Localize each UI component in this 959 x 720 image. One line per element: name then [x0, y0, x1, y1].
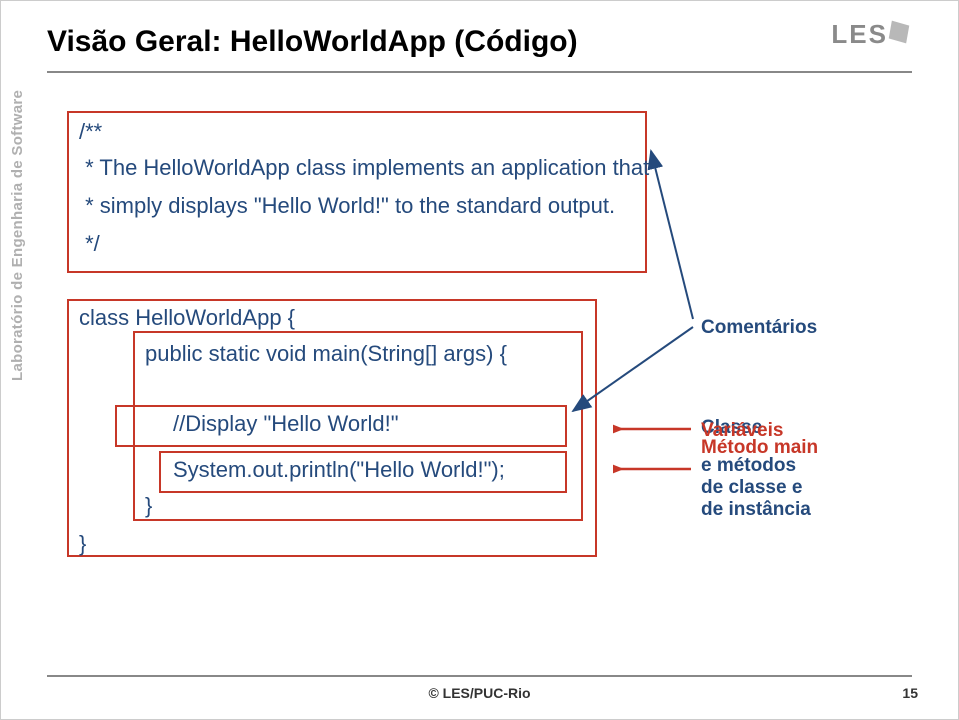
code-line-10: }	[79, 531, 86, 557]
slide: Visão Geral: HelloWorldApp (Código) LES …	[0, 0, 959, 720]
slide-title: Visão Geral: HelloWorldApp (Código)	[47, 25, 578, 59]
code-line-9: }	[145, 493, 152, 519]
page-number: 15	[902, 685, 918, 701]
code-line-7: //Display "Hello World!"	[173, 411, 399, 437]
comment-box	[67, 111, 647, 273]
code-line-4: */	[79, 231, 100, 257]
logo-cube-icon	[889, 21, 910, 44]
logo-text: LES	[831, 19, 888, 49]
code-line-8: System.out.println("Hello World!");	[173, 457, 505, 483]
code-line-2: * The HelloWorldApp class implements an …	[79, 155, 649, 181]
annotation-e-metodos: e métodos	[701, 455, 796, 477]
annotation-de-classe: de classe e	[701, 477, 802, 499]
code-line-3: * simply displays "Hello World!" to the …	[79, 193, 615, 219]
arrow-display-icon	[613, 423, 693, 435]
code-line-5: class HelloWorldApp {	[79, 305, 295, 331]
annotation-de-instancia: de instância	[701, 499, 811, 521]
arrow-println-icon	[613, 463, 693, 475]
footer-divider	[47, 675, 912, 677]
code-line-1: /**	[79, 119, 102, 145]
code-line-6: public static void main(String[] args) {	[145, 341, 507, 367]
annotation-comentarios: Comentários	[701, 317, 817, 339]
vertical-label: Laboratório de Engenharia de Software	[9, 90, 26, 381]
footer-text: © LES/PUC-Rio	[1, 685, 958, 701]
header-divider	[47, 71, 912, 73]
logo: LES	[831, 19, 908, 50]
